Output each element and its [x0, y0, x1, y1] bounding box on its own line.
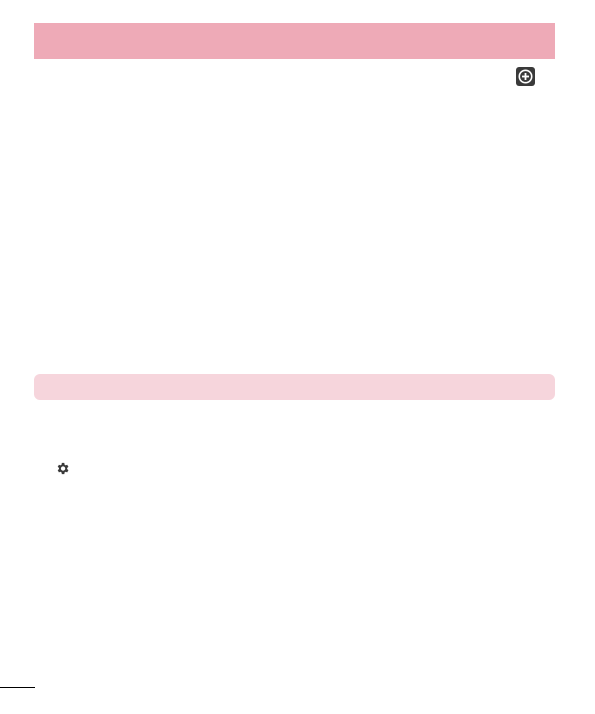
gear-icon-graphic: [57, 462, 69, 475]
plus-circle-icon-graphic: [518, 69, 533, 84]
gear-icon: [53, 459, 72, 478]
section-header-bar: [34, 23, 555, 59]
page-footer-rule: [0, 687, 35, 688]
sub-section-header-bar: [34, 374, 555, 400]
plus-circle-icon: [516, 67, 535, 86]
